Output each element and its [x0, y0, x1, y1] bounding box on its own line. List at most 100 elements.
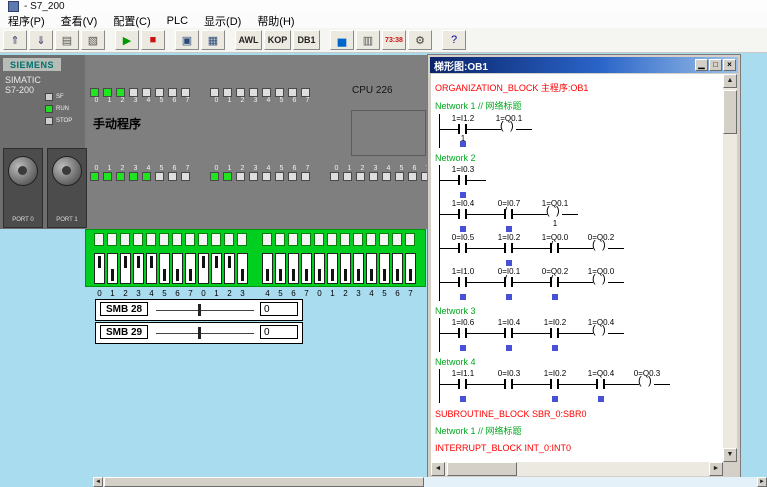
smb-slider-thumb[interactable]	[198, 327, 201, 339]
input-switch[interactable]	[340, 253, 351, 284]
ladder-contact[interactable]: 1=I0.3	[440, 165, 486, 199]
ladder-contact[interactable]: 1=I0.4	[440, 199, 486, 233]
terminal	[172, 233, 182, 246]
input-switch[interactable]	[379, 253, 390, 284]
print-button[interactable]: ▤	[55, 30, 79, 50]
scroll-thumb[interactable]	[447, 462, 517, 476]
timer-button[interactable]: 73:38	[382, 30, 406, 50]
input-switch[interactable]	[94, 253, 105, 284]
window-buttons: ▁ □ ×	[695, 59, 738, 71]
wire-segment	[513, 214, 532, 215]
ladder-contact[interactable]: 1=Q0.4	[578, 369, 624, 403]
ladder-coil[interactable]: 1=Q0.1()	[486, 114, 532, 148]
smb-value[interactable]: 0	[260, 302, 298, 316]
db1-button[interactable]: DB1	[293, 30, 320, 50]
ladder-coil[interactable]: 0=Q0.2()	[578, 233, 624, 267]
ladder-contact[interactable]: 1=I0.4	[486, 318, 532, 352]
input-switch[interactable]	[301, 253, 312, 284]
smb-slider[interactable]	[156, 333, 254, 334]
input-switch[interactable]	[262, 253, 273, 284]
menu-view[interactable]: 查看(V)	[53, 13, 106, 28]
ladder-contact[interactable]: 0=I0.5	[440, 233, 486, 267]
menu-display[interactable]: 显示(D)	[196, 13, 249, 28]
scroll-thumb[interactable]	[104, 477, 424, 487]
smb-slider[interactable]	[156, 310, 254, 311]
chart-button[interactable]: ▅	[330, 30, 354, 50]
clear-button[interactable]: ▧	[81, 30, 105, 50]
ladder-vertical-scrollbar[interactable]: ▲ ▼	[723, 74, 737, 462]
smb-slider-thumb[interactable]	[198, 304, 201, 316]
ladder-coil[interactable]: 1=Q0.1() 1	[532, 199, 578, 233]
contact-bar-icon	[504, 328, 506, 338]
scroll-arrow-right[interactable]: ►	[757, 477, 767, 487]
menu-help[interactable]: 帮助(H)	[249, 13, 302, 28]
input-switch[interactable]	[211, 253, 222, 284]
scroll-arrow-up[interactable]: ▲	[723, 74, 737, 88]
ladder-contact[interactable]: 0=I0.7/	[486, 199, 532, 233]
input-switch[interactable]	[133, 253, 144, 284]
input-switch[interactable]	[275, 253, 286, 284]
input-switch[interactable]	[159, 253, 170, 284]
wire-segment	[467, 282, 486, 283]
input-switch[interactable]	[353, 253, 364, 284]
input-switch[interactable]	[107, 253, 118, 284]
awl-button[interactable]: AWL	[235, 30, 262, 50]
input-switch[interactable]	[120, 253, 131, 284]
ladder-coil[interactable]: 1=Q0.0()	[578, 267, 624, 301]
input-switch[interactable]	[392, 253, 403, 284]
input-switch[interactable]	[185, 253, 196, 284]
wire-segment	[608, 282, 624, 283]
scroll-arrow-left[interactable]: ◄	[93, 477, 103, 487]
input-switch[interactable]	[288, 253, 299, 284]
input-switch[interactable]	[146, 253, 157, 284]
ladder-contact[interactable]: 0=I0.3	[486, 369, 532, 403]
input-switch[interactable]	[366, 253, 377, 284]
help-button[interactable]: ?	[442, 30, 466, 50]
input-switch[interactable]	[405, 253, 416, 284]
ladder-horizontal-scrollbar[interactable]: ◄ ►	[431, 462, 723, 476]
input-switch[interactable]	[327, 253, 338, 284]
program-monitor-button[interactable]: ▦	[201, 30, 225, 50]
input-switch[interactable]	[237, 253, 248, 284]
scroll-thumb[interactable]	[723, 90, 737, 134]
ladder-contact[interactable]: 1=I1.0	[440, 267, 486, 301]
state-monitor-button[interactable]: ▣	[175, 30, 199, 50]
input-switch[interactable]	[172, 253, 183, 284]
minimize-button[interactable]: ▁	[695, 59, 708, 71]
switch-number: 3	[356, 289, 361, 298]
input-switch[interactable]	[314, 253, 325, 284]
ladder-contact[interactable]: 1=Q0.0/	[532, 233, 578, 267]
ladder-contact[interactable]: 1=I0.2	[486, 233, 532, 267]
smb-value[interactable]: 0	[260, 325, 298, 339]
main-horizontal-scrollbar[interactable]: ◄ ►	[93, 477, 767, 487]
ladder-coil[interactable]: 0=Q0.3()	[624, 369, 670, 403]
ladder-contact[interactable]: 1=I1.1	[440, 369, 486, 403]
kop-button[interactable]: KOP	[264, 30, 291, 50]
run-button[interactable]: ▶	[115, 30, 139, 50]
ladder-contact[interactable]: 1=I0.6	[440, 318, 486, 352]
maximize-button[interactable]: □	[709, 59, 722, 71]
menu-program[interactable]: 程序(P)	[0, 13, 53, 28]
scroll-arrow-left[interactable]: ◄	[431, 462, 445, 476]
settings-button[interactable]: ⚙	[408, 30, 432, 50]
network-rungs: 1=I1.2 1 1=Q0.1()	[439, 114, 719, 148]
input-switch[interactable]	[224, 253, 235, 284]
io-table-button[interactable]: ▥	[356, 30, 380, 50]
upload-button[interactable]: ⇑	[3, 30, 27, 50]
ladder-contact[interactable]: 0=Q0.2/	[532, 267, 578, 301]
ladder-window-titlebar[interactable]: 梯形图:OB1 ▁ □ ×	[430, 57, 738, 73]
menu-plc[interactable]: PLC	[159, 13, 196, 28]
menu-config[interactable]: 配置(C)	[105, 13, 158, 28]
download-button[interactable]: ⇓	[29, 30, 53, 50]
scroll-arrow-down[interactable]: ▼	[723, 448, 737, 462]
scroll-arrow-right[interactable]: ►	[709, 462, 723, 476]
ladder-contact[interactable]: 1=I1.2 1	[440, 114, 486, 148]
led-row	[330, 172, 434, 181]
stop-button[interactable]: ■	[141, 30, 165, 50]
input-switch[interactable]	[198, 253, 209, 284]
ladder-coil[interactable]: 1=Q0.4()	[578, 318, 624, 352]
ladder-contact[interactable]: 1=I0.2	[532, 369, 578, 403]
close-button[interactable]: ×	[723, 59, 736, 71]
ladder-contact[interactable]: 1=I0.2	[532, 318, 578, 352]
ladder-contact[interactable]: 0=I0.1/	[486, 267, 532, 301]
